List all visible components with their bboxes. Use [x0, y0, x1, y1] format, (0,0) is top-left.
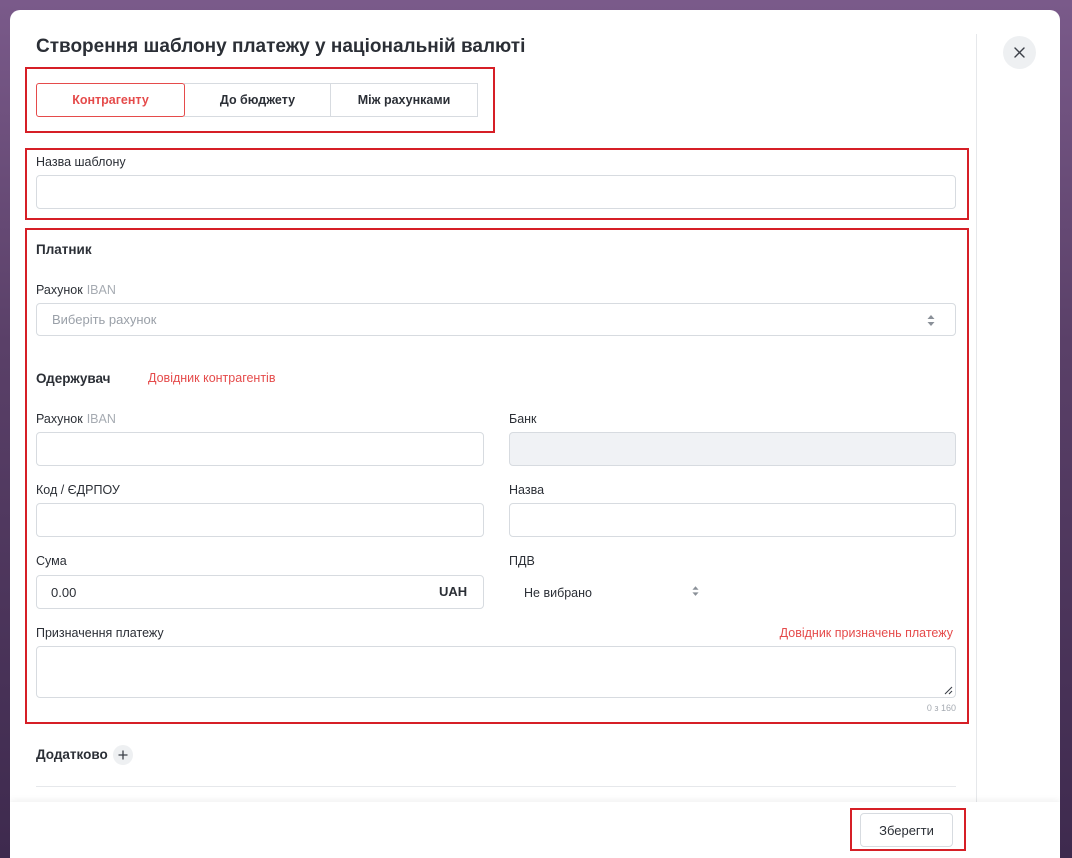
payer-account-placeholder: Виберіть рахунок: [52, 312, 157, 327]
template-modal: Створення шаблону платежу у національній…: [10, 10, 1060, 858]
section-divider: [36, 786, 956, 787]
plus-icon: [118, 750, 128, 760]
purpose-textarea[interactable]: [36, 646, 956, 698]
highlight-save: [850, 808, 966, 851]
tab-between-accounts[interactable]: Між рахунками: [330, 83, 478, 117]
recipient-account-input[interactable]: [36, 432, 484, 466]
bank-input: [509, 432, 956, 466]
close-button[interactable]: [1003, 36, 1036, 69]
counterparty-directory-link[interactable]: Довідник контрагентів: [148, 371, 275, 385]
payer-account-label: Рахунок IBAN: [36, 283, 116, 297]
amount-input[interactable]: [36, 575, 484, 609]
purpose-label: Призначення платежу: [36, 626, 164, 640]
tab-counterparty[interactable]: Контрагенту: [36, 83, 185, 117]
amount-label: Сума: [36, 554, 67, 568]
code-input[interactable]: [36, 503, 484, 537]
tab-budget[interactable]: До бюджету: [184, 83, 331, 117]
recipient-account-label: Рахунок IBAN: [36, 412, 116, 426]
sort-arrows-icon: [927, 315, 935, 326]
resize-handle-icon[interactable]: [944, 686, 953, 695]
recipient-name-label: Назва: [509, 483, 545, 497]
bank-label: Банк: [509, 412, 537, 426]
sort-arrows-icon: [692, 586, 699, 596]
close-icon: [1014, 47, 1025, 58]
vertical-divider: [976, 34, 977, 804]
template-name-input[interactable]: [36, 175, 956, 209]
code-label: Код / ЄДРПОУ: [36, 483, 120, 497]
recipient-title: Одержувач: [36, 371, 111, 386]
modal-title: Створення шаблону платежу у національній…: [36, 36, 526, 57]
additional-title: Додатково: [36, 747, 108, 762]
additional-expand-button[interactable]: [113, 745, 133, 765]
payment-type-tabs: Контрагенту До бюджету Між рахунками: [36, 83, 478, 117]
purpose-counter: 0 з 160: [926, 703, 956, 713]
vat-label: ПДВ: [509, 554, 535, 568]
vat-select[interactable]: Не вибрано: [524, 585, 704, 601]
purpose-directory-link[interactable]: Довідник призначень платежу: [780, 626, 953, 640]
recipient-name-input[interactable]: [509, 503, 956, 537]
payer-account-select[interactable]: Виберіть рахунок: [36, 303, 956, 336]
currency-label: UAH: [439, 584, 468, 599]
payer-title: Платник: [36, 242, 92, 257]
template-name-label: Назва шаблону: [36, 155, 126, 169]
vat-value: Не вибрано: [524, 586, 592, 600]
